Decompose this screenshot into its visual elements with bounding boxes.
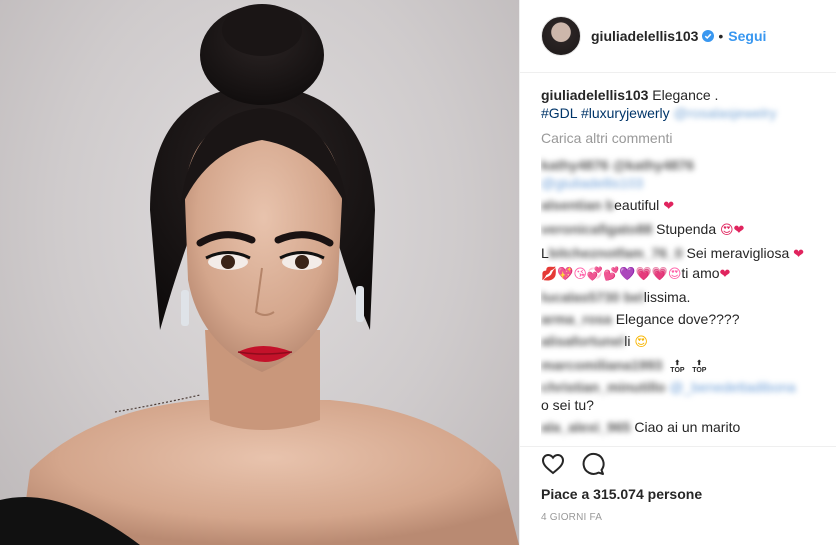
follow-button[interactable]: Segui — [728, 28, 766, 44]
portrait-image — [0, 4, 519, 545]
comment-item: veronicafigato88 Stupenda 😍❤ — [541, 220, 831, 240]
comment-text: Stupenda — [656, 221, 717, 237]
comment-item: arma_rosa Elegance dove???? — [541, 310, 831, 328]
comment-item: alisafortunelli 😍 — [541, 332, 831, 352]
caption-username[interactable]: giuliadelellis103 — [541, 87, 648, 103]
load-more-comments-button[interactable]: Carica altri commenti — [541, 129, 831, 147]
comment-mention[interactable]: @giuliadellis103 — [541, 175, 643, 191]
post-photo[interactable] — [0, 0, 519, 545]
comment-text: Sei meravigliosa — [686, 245, 790, 261]
comment-item: Lbitcheznotfam_76_0 Sei meravigliosa ❤ 💋… — [541, 244, 831, 284]
comment-text: eautiful — [614, 197, 660, 213]
comment-username[interactable]: ala_alexi_965 — [541, 419, 631, 435]
heart-emoji-icon: ❤ — [719, 267, 731, 282]
heart-icon[interactable] — [541, 452, 565, 476]
top-arrow-icon: ⬆ TOP — [670, 360, 685, 374]
post-details-panel: giuliadelellis103 • Segui giuliadelellis… — [519, 0, 836, 545]
heart-emoji-icon: ❤ — [663, 199, 675, 214]
header-separator: • — [718, 28, 724, 44]
comment-text-2: ti amo — [681, 265, 720, 281]
comment-username[interactable]: kathy4876 @kathy4876 — [541, 157, 694, 173]
heart-eyes-emoji-icon: 😍 — [634, 335, 648, 350]
top-label: TOP — [692, 367, 707, 374]
caption-text: Elegance . — [652, 87, 719, 103]
comment-text: li — [624, 333, 631, 349]
comment-username[interactable]: veronicafigato88 — [541, 221, 652, 237]
post-caption: giuliadelellis103 Elegance . #GDL #luxur… — [541, 86, 831, 122]
comment-item: marcomiliana1993 ⬆ TOP ⬆ TOP — [541, 356, 831, 374]
emoji-sequence-icon: 💋💖😘💞💕💜💗💗😍 — [541, 267, 682, 282]
comment-username[interactable]: marcomiliana1993 — [541, 357, 662, 373]
heart-emoji-icon: ❤ — [793, 247, 805, 262]
comment-username[interactable]: bitcheznotfam_76_0 — [549, 245, 683, 261]
comments-list[interactable]: giuliadelellis103 Elegance . #GDL #luxur… — [541, 86, 831, 446]
likes-count[interactable]: Piace a 315.074 persone — [541, 486, 702, 502]
avatar[interactable] — [541, 16, 581, 56]
comment-icon[interactable] — [581, 452, 605, 476]
comment-item: alsentian beautiful ❤ — [541, 196, 831, 216]
heart-eyes-emoji-icon: 😍❤ — [720, 223, 745, 238]
top-arrow-icon: ⬆ TOP — [692, 360, 707, 374]
verified-badge-icon — [702, 30, 715, 42]
comment-item: ala_alexi_965 Ciao ai un marito — [541, 418, 831, 436]
post-date[interactable]: 4 GIORNI FA — [541, 512, 602, 523]
comment-username[interactable]: lucalas5730 bel — [541, 289, 644, 305]
comment-username[interactable]: alisafortunel — [541, 333, 624, 349]
comment-item: lucalas5730 bellissima. — [541, 288, 831, 306]
comment-text: lissima. — [643, 289, 691, 305]
comment-item: christian_minutillo @_benedettadibona o … — [541, 378, 831, 414]
top-label: TOP — [670, 367, 685, 374]
caption-tagged-account[interactable]: @rosalasjewelry — [674, 105, 777, 121]
comment-mention[interactable]: @_benedettadibona — [669, 379, 795, 395]
comment-item: kathy4876 @kathy4876 @giuliadellis103 — [541, 156, 831, 192]
caption-hashtags[interactable]: #GDL #luxuryjewerly — [541, 105, 670, 121]
header-username[interactable]: giuliadelellis103 — [591, 28, 698, 44]
comment-username[interactable]: christian_minutillo — [541, 379, 665, 395]
comment-text: Elegance dove???? — [615, 311, 740, 327]
comment-username[interactable]: alsentian b — [541, 197, 614, 213]
post-actions — [541, 452, 605, 478]
actions-divider — [520, 446, 836, 447]
comment-username[interactable]: arma_rosa — [541, 311, 612, 327]
post-header: giuliadelellis103 • Segui — [520, 0, 836, 73]
comment-text: Ciao ai un marito — [634, 419, 741, 435]
comment-text: o sei tu? — [541, 397, 594, 413]
comment-prefix: L — [541, 245, 549, 261]
